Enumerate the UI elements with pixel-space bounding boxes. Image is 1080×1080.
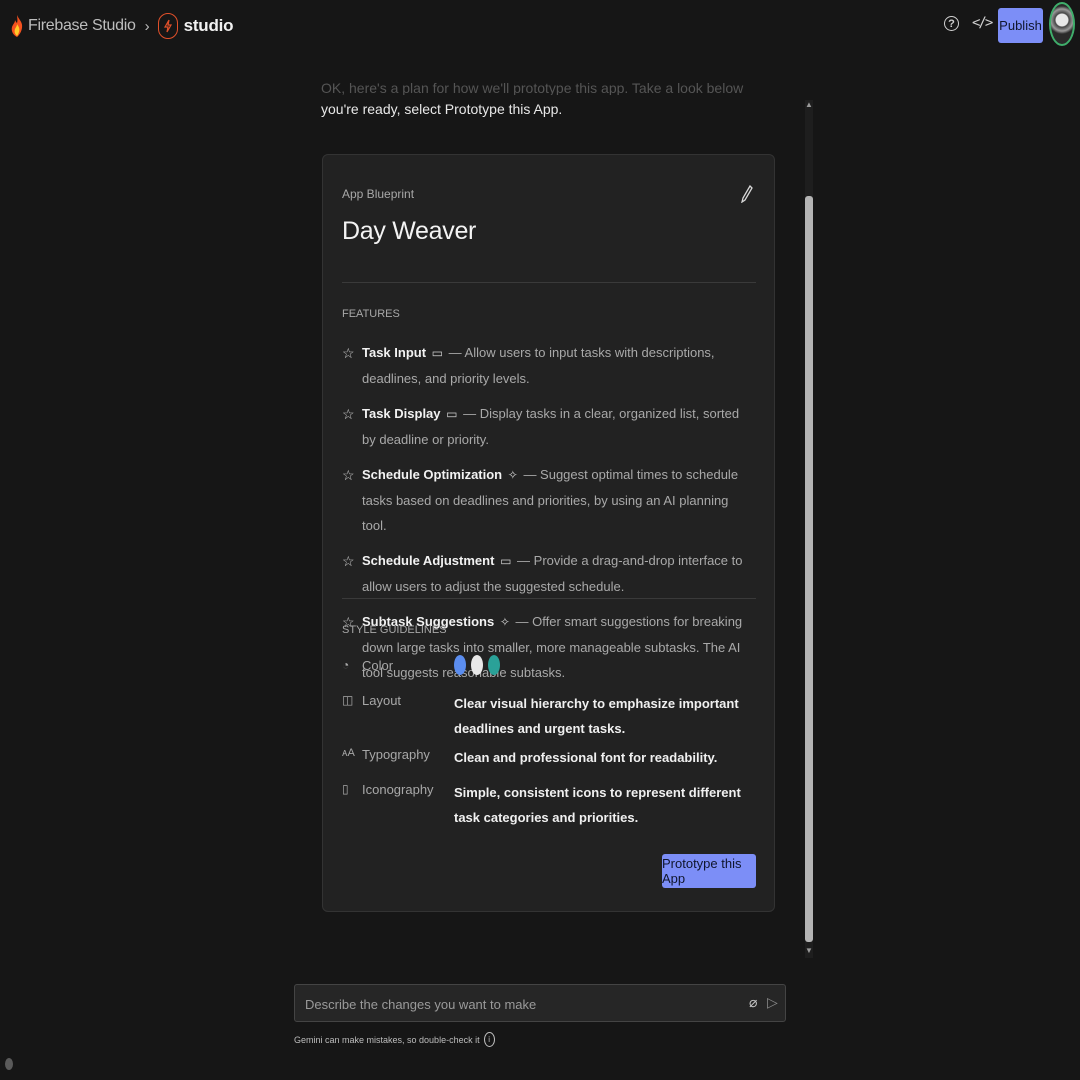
feature-item: ☆ Task Input ▭ — Allow users to input ta… [342, 340, 756, 391]
prototype-app-button[interactable]: Prototype this App [662, 854, 756, 888]
scrollbar-thumb[interactable] [805, 196, 813, 942]
scroll-down-arrow-icon[interactable]: ▼ [805, 946, 813, 955]
style-row-iconography: ▯ Iconography Simple, consistent icons t… [342, 776, 756, 830]
style-label: Typography [362, 747, 430, 762]
feature-name: Schedule Optimization [362, 467, 503, 482]
color-swatch[interactable] [471, 655, 483, 675]
star-icon: ☆ [342, 345, 355, 361]
send-icon[interactable]: ▷ [767, 994, 778, 1011]
divider [342, 598, 756, 599]
star-icon: ☆ [342, 406, 355, 422]
brand[interactable]: Firebase Studio › studio [10, 13, 234, 39]
divider [342, 282, 756, 283]
style-label: Color [362, 658, 394, 673]
prompt-input[interactable] [303, 985, 737, 1023]
prompt-box: ⌀ ▷ [294, 984, 786, 1023]
style-row-layout: ◫ Layout Clear visual hierarchy to empha… [342, 687, 756, 741]
disclaimer: Gemini can make mistakes, so double-chec… [294, 1032, 495, 1047]
window-icon: ▭ [431, 346, 444, 360]
blueprint-kicker: App Blueprint [342, 187, 415, 201]
paperclip-icon[interactable]: ⌀ [749, 994, 757, 1011]
disclaimer-text: Gemini can make mistakes, so double-chec… [294, 1034, 480, 1045]
feature-item: ☆ Schedule Adjustment ▭ — Provide a drag… [342, 548, 756, 599]
star-icon: ☆ [342, 553, 355, 569]
color-swatch[interactable] [454, 655, 466, 675]
status-dot [5, 1058, 13, 1070]
project-name: studio [183, 16, 234, 35]
avatar[interactable] [1049, 2, 1075, 46]
star-icon: ☆ [342, 467, 355, 483]
project-icon [157, 13, 178, 39]
style-label: Layout [362, 693, 402, 708]
feature-item: ☆ Schedule Optimization ✧ — Suggest opti… [342, 462, 756, 538]
palette-icon: ◔ [342, 658, 350, 672]
scroll-up-arrow-icon[interactable]: ▲ [805, 100, 813, 109]
sparkle-icon: ✧ [499, 615, 510, 629]
app-title: Day Weaver [342, 217, 477, 245]
style-value: Clear visual hierarchy to emphasize impo… [454, 696, 739, 736]
feature-name: Task Display [362, 406, 441, 421]
style-row-color: ◔ Color [342, 652, 756, 687]
features-list: ☆ Task Input ▭ — Allow users to input ta… [342, 340, 756, 695]
chevron-right-icon: › [144, 17, 150, 35]
style-guidelines-heading: STYLE GUIDELINES [342, 624, 447, 636]
firebase-flame-icon [11, 15, 23, 37]
code-view-icon[interactable]: </> [972, 15, 993, 31]
product-name: Firebase Studio [28, 17, 136, 34]
assistant-message-text: you're ready, select Prototype this App. [321, 101, 563, 117]
style-row-typography: ᴀA Typography Clean and professional fon… [342, 741, 756, 776]
feature-item: ☆ Task Display ▭ — Display tasks in a cl… [342, 401, 756, 452]
style-guidelines-list: ◔ Color ◫ Layout Clear visual hierarchy … [342, 652, 756, 830]
style-value: Simple, consistent icons to represent di… [454, 785, 741, 825]
window-icon: ▭ [500, 554, 512, 568]
iconography-icon: ▯ [342, 782, 349, 796]
pencil-icon[interactable] [741, 185, 753, 203]
assistant-message-faded: OK, here's a plan for how we'll prototyp… [321, 81, 744, 95]
feature-name: Schedule Adjustment [362, 553, 495, 568]
layout-icon: ◫ [342, 693, 354, 707]
features-heading: FEATURES [342, 308, 400, 320]
info-icon[interactable]: i [483, 1032, 495, 1047]
help-icon[interactable]: ? [944, 16, 959, 31]
sparkle-icon: ✧ [507, 468, 518, 482]
assistant-message: OK, here's a plan for how we'll prototyp… [321, 81, 761, 123]
color-swatch[interactable] [488, 655, 500, 675]
top-bar: Firebase Studio › studio ? </> Publish [0, 0, 1080, 52]
app-blueprint-card: App Blueprint Day Weaver FEATURES ☆ Task… [322, 154, 775, 912]
feature-name: Task Input [362, 345, 427, 360]
style-label: Iconography [362, 782, 434, 797]
window-icon: ▭ [446, 407, 458, 421]
publish-button[interactable]: Publish [998, 8, 1043, 43]
color-swatches [454, 655, 500, 675]
typography-icon: ᴀA [342, 747, 355, 759]
style-value: Clean and professional font for readabil… [454, 750, 718, 765]
